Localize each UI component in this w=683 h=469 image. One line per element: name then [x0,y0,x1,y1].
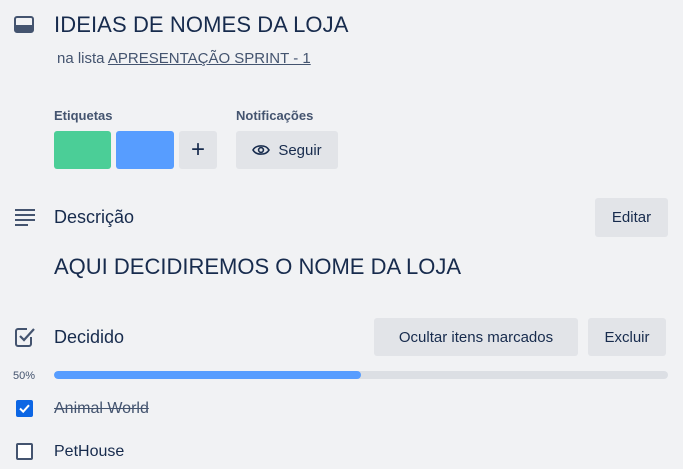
edit-description-button[interactable]: Editar [595,198,668,237]
follow-label: Seguir [278,141,322,159]
checkmark-icon [19,404,30,414]
checklist-item[interactable]: Animal World [0,395,683,425]
labels-heading: Etiquetas [54,108,113,123]
description-icon [15,209,35,226]
checklist-item[interactable]: PetHouse [0,438,683,468]
label-chip-green[interactable] [54,131,111,169]
progress-bar [54,371,668,379]
notifications-heading: Notificações [236,108,314,123]
checklist-item-text[interactable]: PetHouse [54,443,124,461]
add-label-button[interactable]: + [179,131,217,169]
progress-percent: 50% [13,370,36,382]
checkbox-unchecked[interactable] [16,443,33,460]
checklist-heading: Decidido [54,327,125,347]
follow-button[interactable]: Seguir [236,131,338,169]
checklist-icon [15,328,35,347]
description-text[interactable]: AQUI DECIDIREMOS O NOME DA LOJA [54,254,461,280]
progress-bar-fill [54,371,361,379]
description-heading: Descrição [54,207,135,227]
label-chip-blue[interactable] [116,131,174,169]
list-prefix: na lista [57,50,105,67]
list-reference: na lista APRESENTAÇÃO SPRINT - 1 [57,50,311,67]
checkbox-checked[interactable] [16,400,33,417]
delete-checklist-button[interactable]: Excluir [588,318,666,356]
plus-icon: + [190,136,205,163]
hide-checked-items-button[interactable]: Ocultar itens marcados [374,318,578,356]
eye-icon [252,145,271,155]
checklist-item-text[interactable]: Animal World [54,400,149,418]
card-title[interactable]: IDEIAS DE NOMES DA LOJA [54,12,349,38]
card-icon [14,16,34,33]
list-link[interactable]: APRESENTAÇÃO SPRINT - 1 [108,50,311,67]
